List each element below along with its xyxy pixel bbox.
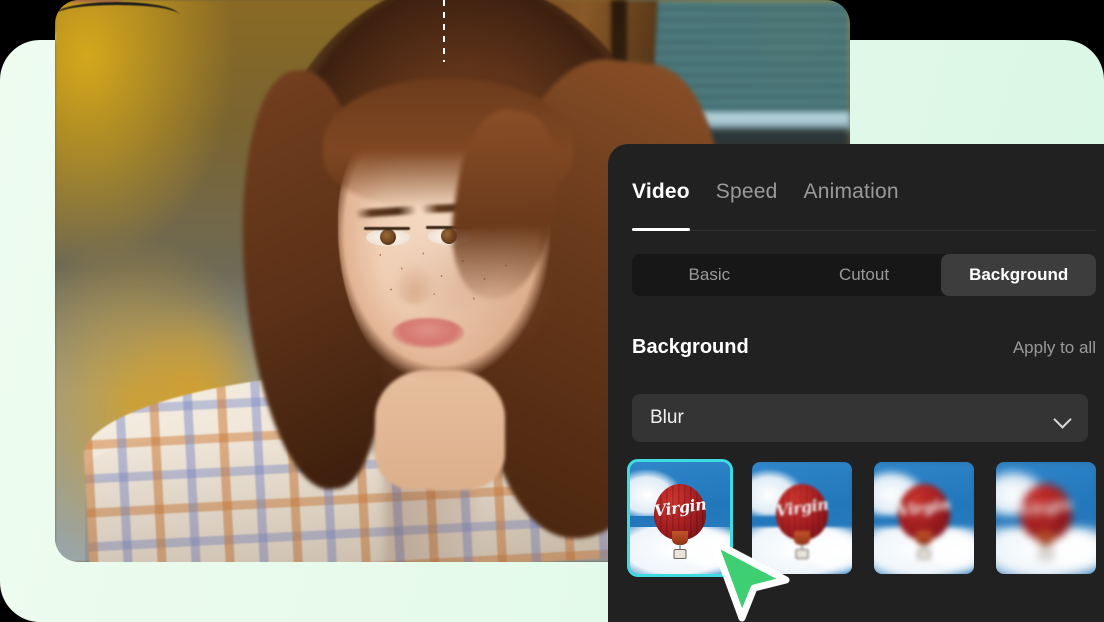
tab-bar: Video Speed Animation: [632, 144, 1080, 218]
chevron-down-icon: [1055, 411, 1070, 426]
blur-preset-1[interactable]: Virgin: [627, 459, 733, 577]
iris-left: [380, 229, 396, 245]
segment-basic[interactable]: Basic: [632, 254, 787, 296]
screenshot-root: Video Speed Animation Basic Cutout Backg…: [0, 0, 1104, 622]
thumb-art: Virgin: [874, 462, 974, 574]
apply-to-all-button[interactable]: Apply to all: [1013, 338, 1096, 358]
tab-divider: [632, 230, 1096, 231]
balloon-basket: [1039, 549, 1053, 560]
section-title: Background: [632, 336, 749, 358]
segment-cutout[interactable]: Cutout: [787, 254, 942, 296]
tab-speed[interactable]: Speed: [716, 180, 778, 218]
segment-background[interactable]: Background: [941, 254, 1097, 296]
tab-animation[interactable]: Animation: [804, 180, 899, 218]
thumb-art: Virgin: [630, 462, 730, 574]
segmented-control: Basic Cutout Background: [632, 254, 1097, 296]
eyelash-left: [364, 227, 410, 230]
section-header: Background Apply to all: [632, 336, 1096, 359]
balloon-basket: [673, 549, 687, 560]
balloon-basket: [917, 549, 931, 560]
background-type-dropdown[interactable]: Blur: [632, 394, 1088, 442]
nose: [392, 262, 436, 304]
active-tab-indicator: [632, 228, 690, 231]
dropdown-value: Blur: [650, 407, 684, 428]
blur-preset-3[interactable]: Virgin: [874, 462, 974, 574]
blur-preset-list: Virgin Virgin Virgin Virgin: [627, 459, 1096, 577]
blur-preset-2[interactable]: Virgin: [752, 462, 852, 574]
blur-preset-4[interactable]: Virgin: [996, 462, 1096, 574]
lips: [392, 318, 464, 348]
balloon-basket: [795, 549, 809, 560]
choker-necklace: [55, 2, 179, 28]
thumb-art: Virgin: [752, 462, 852, 574]
thumb-art: Virgin: [996, 462, 1096, 574]
tab-video[interactable]: Video: [632, 180, 690, 218]
vertical-dashed-guide: [443, 0, 445, 62]
